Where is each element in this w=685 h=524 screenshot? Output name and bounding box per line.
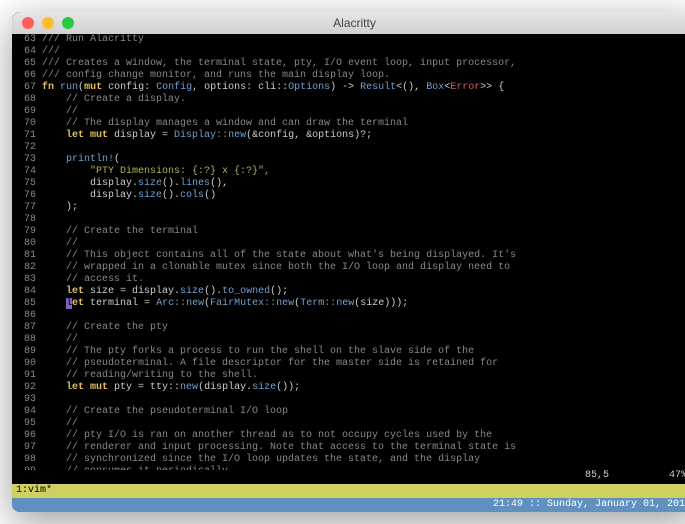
terminal-window: Alacritty 636465666768697071727374757677… [12,12,685,512]
scroll-percent: 47% [669,470,685,481]
terminal-content[interactable]: 6364656667686970717273747576777879808182… [12,34,685,470]
cursor-line: let terminal = Arc::new(FairMutex::new(T… [42,298,685,310]
tmux-status-right: 21:49 :: Sunday, January 01, 2017 [12,498,685,512]
window-title: Alacritty [12,16,685,30]
titlebar[interactable]: Alacritty [12,12,685,34]
cursor-position: 85,5 [585,470,609,481]
vim-ruler: 85,5 47% [12,470,685,484]
tmux-status-left: 1:vim* [12,484,685,498]
code-area[interactable]: /// Run Alacritty /// /// Creates a wind… [42,34,685,470]
line-number-gutter: 6364656667686970717273747576777879808182… [12,34,42,470]
